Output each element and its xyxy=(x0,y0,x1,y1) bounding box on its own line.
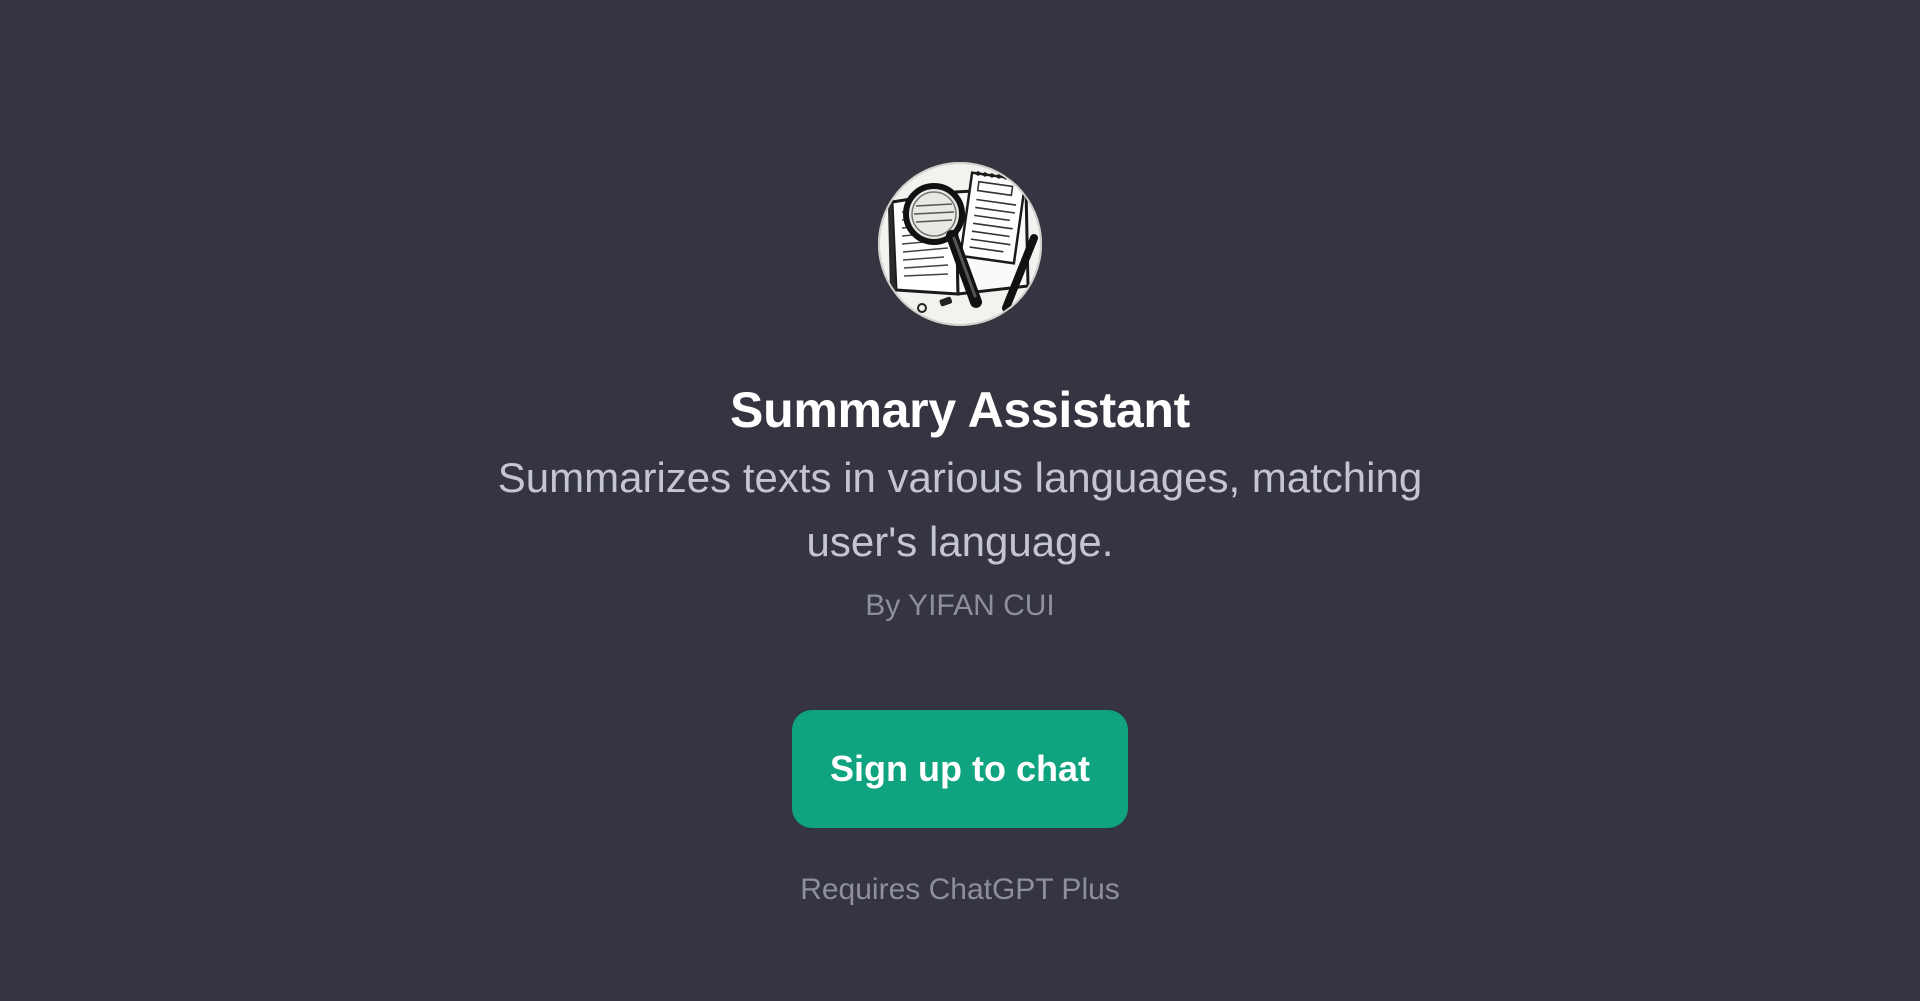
gpt-author: By YIFAN CUI xyxy=(865,589,1055,622)
gpt-landing-page: Summary Assistant Summarizes texts in va… xyxy=(0,0,1920,1001)
gpt-avatar xyxy=(878,162,1042,326)
gpt-title: Summary Assistant xyxy=(730,382,1190,438)
book-magnifier-illustration-icon xyxy=(878,162,1042,326)
requires-plus-note: Requires ChatGPT Plus xyxy=(800,873,1120,906)
sign-up-button[interactable]: Sign up to chat xyxy=(792,710,1128,828)
gpt-description: Summarizes texts in various languages, m… xyxy=(497,454,1423,565)
